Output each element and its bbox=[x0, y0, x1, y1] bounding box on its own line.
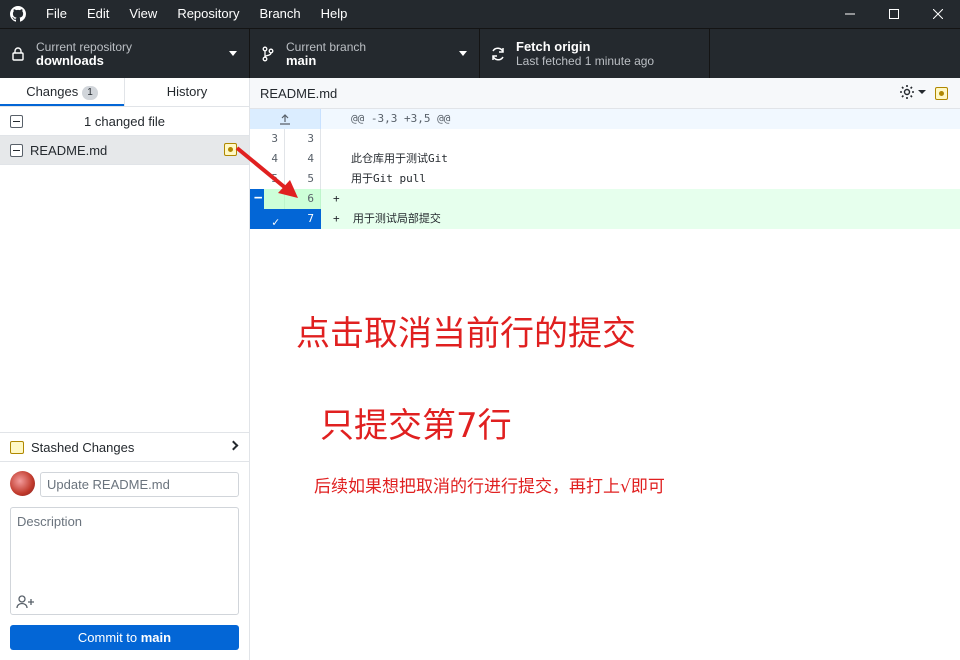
annotation-text-1: 点击取消当前行的提交 bbox=[296, 314, 636, 354]
line-content: 此仓库用于测试Git bbox=[351, 152, 448, 165]
chevron-down-icon bbox=[459, 51, 467, 56]
menu-view[interactable]: View bbox=[119, 0, 167, 28]
fetch-origin-button[interactable]: Fetch origin Last fetched 1 minute ago bbox=[480, 29, 710, 79]
menu-help[interactable]: Help bbox=[311, 0, 358, 28]
new-line-number: 7 bbox=[285, 209, 321, 229]
line-content: + bbox=[333, 192, 340, 205]
select-all-checkbox[interactable] bbox=[10, 115, 23, 128]
close-icon[interactable] bbox=[916, 0, 960, 28]
fetch-status: Last fetched 1 minute ago bbox=[516, 54, 655, 68]
commit-form: Commit to main bbox=[0, 462, 249, 660]
maximize-icon[interactable] bbox=[872, 0, 916, 28]
github-logo-icon bbox=[0, 0, 36, 28]
annotation-text-2: 只提交第7行 bbox=[320, 406, 512, 446]
menu-branch[interactable]: Branch bbox=[249, 0, 310, 28]
branch-name: main bbox=[286, 53, 317, 68]
line-content: 用于Git pull bbox=[351, 172, 426, 185]
diff-line: 4 4 此仓库用于测试Git bbox=[250, 149, 960, 169]
file-modified-icon bbox=[935, 87, 948, 100]
diff-line: 3 3 bbox=[250, 129, 960, 149]
diff-added-line-unselected[interactable]: − 6 + bbox=[250, 189, 960, 209]
menu-file[interactable]: File bbox=[36, 0, 77, 28]
commit-button-prefix: Commit to bbox=[77, 630, 141, 645]
old-line-number[interactable]: − bbox=[250, 189, 285, 209]
file-modified-icon bbox=[224, 143, 237, 156]
menu-edit[interactable]: Edit bbox=[77, 0, 119, 28]
old-line-number: 3 bbox=[250, 129, 285, 149]
diff-header: README.md bbox=[250, 78, 960, 109]
old-line-number: 5 bbox=[250, 169, 285, 189]
tab-changes[interactable]: Changes 1 bbox=[0, 78, 124, 106]
new-line-number: 3 bbox=[285, 129, 321, 149]
current-repository-button[interactable]: Current repository downloads bbox=[0, 29, 250, 79]
avatar bbox=[10, 471, 35, 496]
diff-lines: @@ -3,3 +3,5 @@ 3 3 4 4 此仓库用于测试Git 5 5 用… bbox=[250, 109, 960, 229]
add-coauthor-icon[interactable] bbox=[16, 594, 36, 610]
diff-added-line-selected[interactable]: ✓ 7 + 用于测试局部提交 bbox=[250, 209, 960, 229]
commit-button[interactable]: Commit to main bbox=[10, 625, 239, 650]
current-branch-button[interactable]: Current branch main bbox=[250, 29, 480, 79]
commit-button-branch: main bbox=[140, 630, 172, 645]
commit-description-field[interactable] bbox=[10, 507, 239, 615]
repo-name: downloads bbox=[36, 53, 104, 68]
line-content: + 用于测试局部提交 bbox=[321, 209, 441, 229]
fetch-title: Fetch origin bbox=[516, 39, 591, 54]
tab-history-label: History bbox=[166, 84, 208, 99]
sidebar-tabs: Changes 1 History bbox=[0, 78, 249, 107]
new-line-number: 6 bbox=[285, 189, 321, 209]
diff-file-path: README.md bbox=[260, 85, 338, 101]
branch-icon bbox=[250, 46, 286, 62]
stashed-changes-label: Stashed Changes bbox=[31, 439, 135, 455]
menu-repository[interactable]: Repository bbox=[167, 0, 249, 28]
checkmark-icon: ✓ bbox=[272, 215, 280, 229]
old-line-number[interactable]: ✓ bbox=[250, 209, 285, 229]
tab-history[interactable]: History bbox=[124, 78, 249, 106]
old-line-number: 4 bbox=[250, 149, 285, 169]
repo-label: Current repository bbox=[36, 40, 133, 54]
diff-line: 5 5 用于Git pull bbox=[250, 169, 960, 189]
changed-files-count: 1 changed file bbox=[84, 113, 165, 129]
changed-files-header: 1 changed file bbox=[0, 107, 249, 136]
expand-up-icon[interactable] bbox=[250, 109, 321, 129]
toolbar: Current repository downloads Current bra… bbox=[0, 28, 960, 79]
hunk-header: @@ -3,3 +3,5 @@ bbox=[351, 112, 451, 125]
chevron-down-icon bbox=[918, 90, 926, 94]
tab-changes-label: Changes bbox=[26, 84, 79, 99]
sync-icon bbox=[480, 46, 516, 62]
chevron-down-icon bbox=[229, 51, 237, 56]
branch-label: Current branch bbox=[286, 40, 367, 54]
diff-view: README.md @@ -3,3 +3,5 @@ 3 3 4 4 此仓库用于测… bbox=[250, 78, 960, 660]
stash-icon bbox=[10, 440, 24, 454]
chevron-right-icon bbox=[228, 440, 239, 451]
commit-summary-input[interactable] bbox=[40, 472, 239, 497]
hunk-header-row: @@ -3,3 +3,5 @@ bbox=[250, 109, 960, 129]
file-name: README.md bbox=[30, 143, 108, 158]
hunk-toggle-minus-icon[interactable]: − bbox=[254, 189, 262, 207]
sidebar: Changes 1 History 1 changed file README.m… bbox=[0, 78, 250, 660]
line-content bbox=[321, 129, 351, 149]
title-bar: File Edit View Repository Branch Help bbox=[0, 0, 960, 28]
changes-count-badge: 1 bbox=[82, 86, 98, 100]
stashed-changes-button[interactable]: Stashed Changes bbox=[0, 432, 249, 462]
file-checkbox[interactable] bbox=[10, 144, 23, 157]
lock-icon bbox=[0, 47, 36, 61]
diff-settings-button[interactable] bbox=[899, 84, 926, 100]
new-line-number: 4 bbox=[285, 149, 321, 169]
new-line-number: 5 bbox=[285, 169, 321, 189]
gear-icon bbox=[900, 85, 914, 99]
minimize-icon[interactable] bbox=[828, 0, 872, 28]
annotation-text-3: 后续如果想把取消的行进行提交，再打上√即可 bbox=[314, 477, 665, 497]
file-list-item[interactable]: README.md bbox=[0, 136, 249, 165]
